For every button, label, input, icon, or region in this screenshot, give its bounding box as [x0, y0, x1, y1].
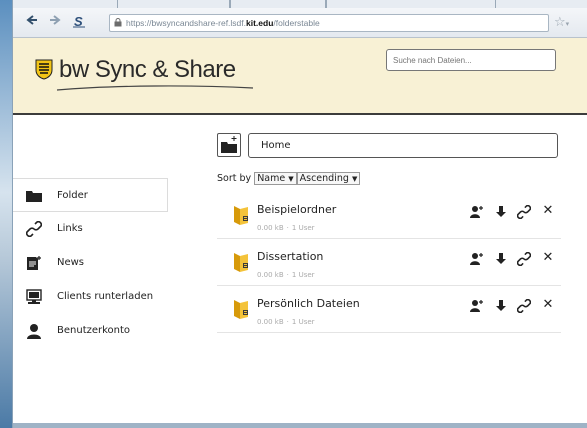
delete-button[interactable]: ✕	[541, 251, 555, 265]
sidebar-item-news[interactable]: News	[13, 246, 168, 280]
logo-text: bw Sync & Share	[59, 56, 236, 83]
sidebar: Folder Links News Clients runterladen Be…	[13, 178, 168, 348]
new-folder-button[interactable]	[217, 133, 241, 157]
share-button[interactable]	[470, 251, 484, 265]
file-size: 0.00 kB	[257, 271, 284, 279]
svg-text:S: S	[74, 14, 83, 28]
s-icon: S	[73, 14, 85, 29]
download-button[interactable]	[494, 251, 508, 265]
file-users: 1 User	[291, 318, 315, 326]
file-row[interactable]: Beispielordner 0.00 kB · 1 User ✕	[217, 192, 561, 239]
breadcrumb-home[interactable]: Home	[261, 140, 291, 151]
share-button[interactable]	[470, 298, 484, 312]
url-domain: kit.edu	[246, 18, 274, 28]
search-input[interactable]	[386, 49, 556, 71]
sidebar-item-label: News	[57, 257, 85, 268]
file-size: 0.00 kB	[257, 224, 284, 232]
back-button[interactable]	[23, 14, 41, 32]
sort-order-value: Ascending	[299, 173, 349, 184]
logo[interactable]: bw Sync & Share	[35, 56, 275, 96]
file-row[interactable]: Dissertation 0.00 kB · 1 User ✕	[217, 239, 561, 286]
file-name[interactable]: Beispielordner	[257, 203, 336, 216]
tab-strip	[13, 0, 587, 8]
link-button[interactable]	[516, 298, 532, 314]
url-prefix: https://bwsyncandshare-ref.lsdf.	[126, 18, 247, 28]
site-button[interactable]: S	[70, 14, 88, 32]
sidebar-item-folder[interactable]: Folder	[13, 178, 168, 212]
file-list: Beispielordner 0.00 kB · 1 User ✕ Disserta…	[217, 192, 561, 333]
sort-field-value: Name	[257, 173, 286, 184]
close-icon: ✕	[542, 297, 554, 312]
download-icon	[496, 300, 506, 311]
breadcrumb[interactable]: Home	[248, 133, 558, 158]
browser-window: S https://bwsyncandshare-ref.lsdf.kit.ed…	[12, 0, 587, 428]
coat-of-arms-icon	[35, 59, 53, 80]
sort-order-select[interactable]: Ascending ▼	[296, 172, 361, 185]
tab[interactable]	[326, 0, 496, 8]
folder-icon	[26, 191, 42, 202]
sidebar-item-label: Benutzerkonto	[57, 325, 131, 336]
arrow-left-icon	[26, 15, 37, 25]
link-icon	[516, 204, 532, 220]
file-name[interactable]: Dissertation	[257, 250, 323, 263]
folder-icon	[234, 300, 248, 319]
file-meta: 0.00 kB · 1 User	[257, 224, 315, 232]
sidebar-item-label: Folder	[57, 190, 88, 201]
file-meta: 0.00 kB · 1 User	[257, 318, 315, 326]
share-button[interactable]	[470, 204, 484, 218]
delete-button[interactable]: ✕	[541, 298, 555, 312]
tab[interactable]	[117, 0, 230, 8]
clients-download-icon	[26, 289, 42, 304]
sidebar-item-links[interactable]: Links	[13, 212, 168, 246]
sidebar-item-benutzerkonto[interactable]: Benutzerkonto	[13, 314, 168, 348]
share-user-icon	[470, 300, 483, 312]
bookmark-star-button[interactable]: ☆▾	[554, 14, 569, 33]
download-icon	[496, 253, 506, 264]
url-path: /folderstable	[273, 18, 320, 28]
lock-icon	[114, 18, 122, 27]
file-users: 1 User	[291, 224, 315, 232]
logo-swoosh	[56, 85, 254, 91]
chevron-down-icon: ▼	[288, 175, 294, 183]
page-header: bw Sync & Share	[13, 38, 587, 115]
arrow-right-icon	[50, 15, 61, 25]
news-icon	[27, 256, 41, 270]
link-button[interactable]	[516, 251, 532, 267]
folder-icon	[234, 253, 248, 272]
file-meta: 0.00 kB · 1 User	[257, 271, 315, 279]
sidebar-item-label: Links	[57, 223, 83, 234]
sort-bar: Sort by Name ▼ Ascending ▼	[217, 172, 361, 186]
file-size: 0.00 kB	[257, 318, 284, 326]
folder-icon	[234, 206, 248, 225]
sidebar-item-label: Clients runterladen	[57, 291, 154, 302]
tab[interactable]	[230, 0, 326, 8]
link-icon	[516, 251, 532, 267]
download-icon	[496, 206, 506, 217]
share-user-icon	[470, 206, 483, 218]
delete-button[interactable]: ✕	[541, 204, 555, 218]
close-icon: ✕	[542, 250, 554, 265]
forward-button[interactable]	[46, 14, 64, 32]
file-row[interactable]: Persönlich Dateien 0.00 kB · 1 User ✕	[217, 286, 561, 333]
address-bar[interactable]: https://bwsyncandshare-ref.lsdf.kit.edu/…	[109, 14, 549, 32]
download-button[interactable]	[494, 298, 508, 312]
download-button[interactable]	[494, 204, 508, 218]
sort-label: Sort by	[217, 173, 252, 184]
file-name[interactable]: Persönlich Dateien	[257, 297, 360, 310]
chevron-down-icon: ▼	[351, 175, 358, 183]
user-icon	[27, 324, 41, 339]
sidebar-item-clients-runterladen[interactable]: Clients runterladen	[13, 280, 168, 314]
share-user-icon	[470, 253, 483, 265]
browser-toolbar: S https://bwsyncandshare-ref.lsdf.kit.ed…	[13, 8, 587, 38]
chevron-down-icon: ▾	[565, 20, 570, 28]
new-folder-icon	[221, 136, 237, 153]
sort-field-select[interactable]: Name ▼	[254, 172, 297, 185]
close-icon: ✕	[542, 203, 554, 218]
file-users: 1 User	[291, 271, 315, 279]
link-icon	[516, 298, 532, 314]
link-icon	[26, 221, 42, 237]
star-icon: ☆	[554, 15, 566, 30]
link-button[interactable]	[516, 204, 532, 220]
window-bottom-edge	[13, 423, 587, 428]
